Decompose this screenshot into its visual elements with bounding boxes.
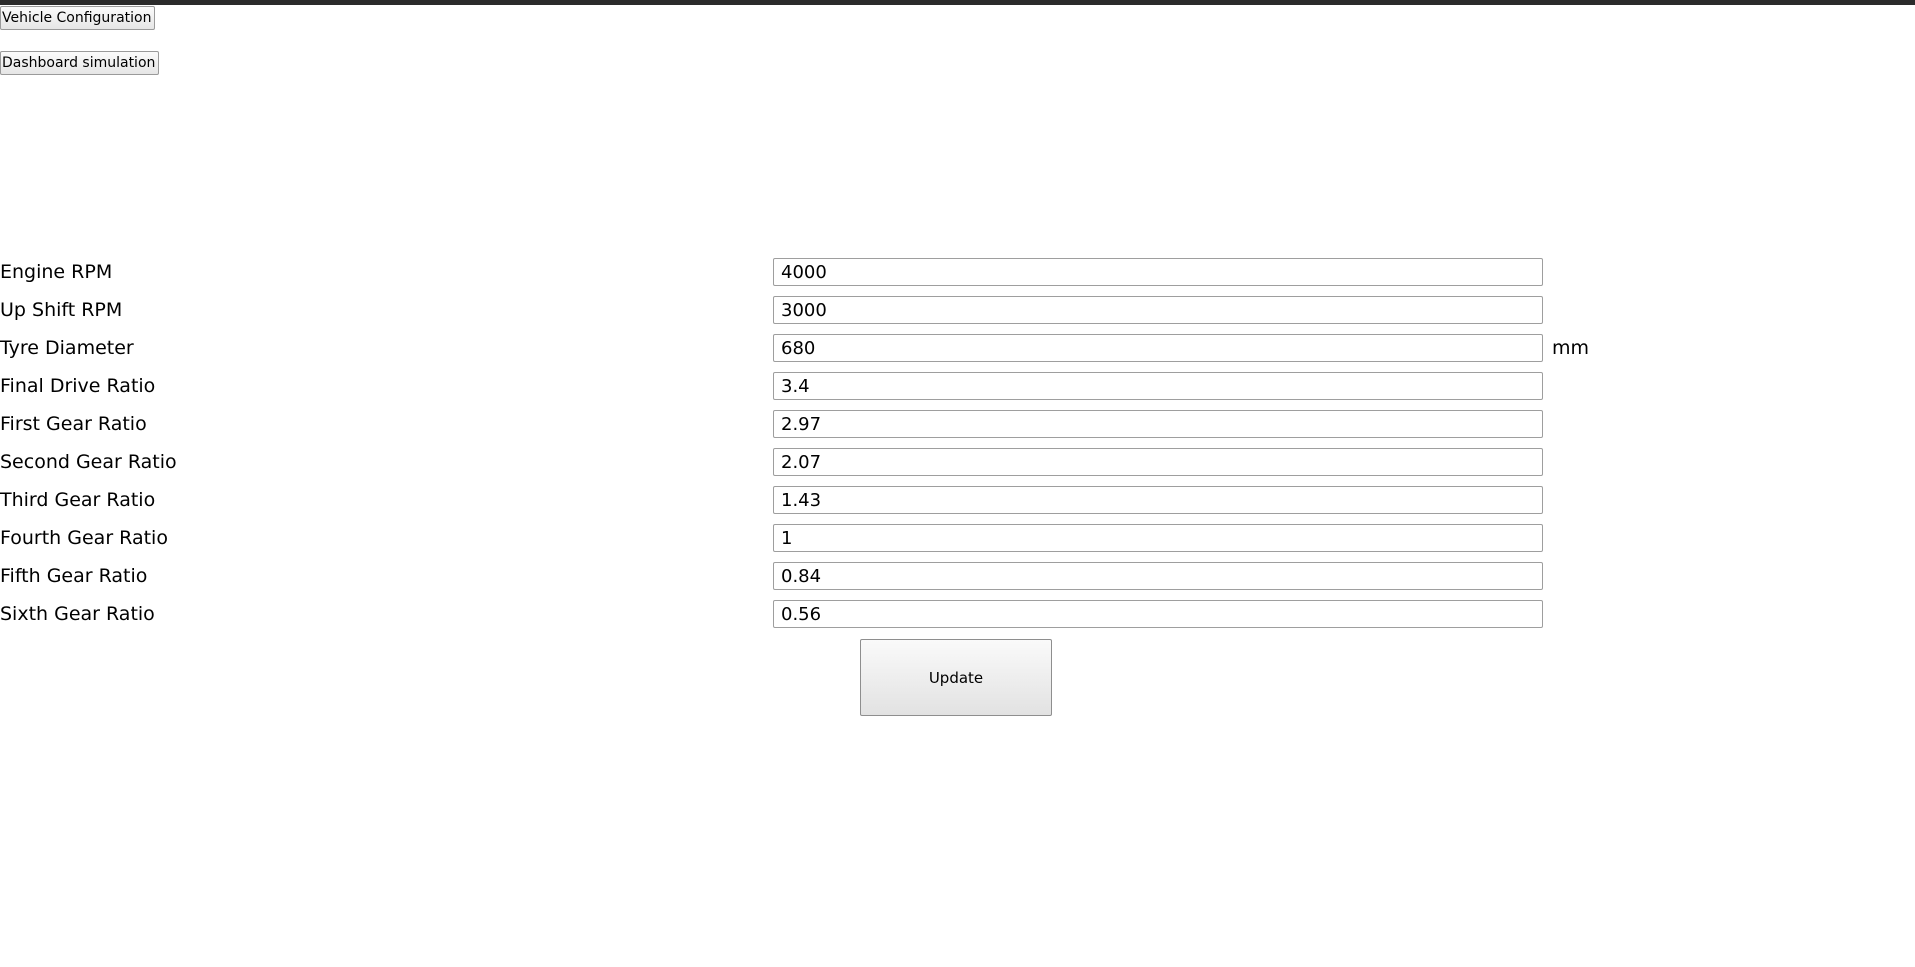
second-gear-ratio-input[interactable] <box>773 448 1543 476</box>
form-row-third-gear-ratio: Third Gear Ratio <box>0 485 1640 515</box>
form-row-tyre-diameter: Tyre Diameter mm <box>0 333 1640 363</box>
vehicle-configuration-button[interactable]: Vehicle Configuration <box>0 6 156 30</box>
form-row-fourth-gear-ratio: Fourth Gear Ratio <box>0 523 1640 553</box>
final-drive-ratio-label: Final Drive Ratio <box>0 375 156 397</box>
fifth-gear-ratio-input[interactable] <box>773 562 1543 590</box>
tyre-diameter-label: Tyre Diameter <box>0 337 134 359</box>
dashboard-simulation-button[interactable]: Dashboard simulation <box>0 51 160 75</box>
form-row-first-gear-ratio: First Gear Ratio <box>0 409 1640 439</box>
first-gear-ratio-label: First Gear Ratio <box>0 413 147 435</box>
second-gear-ratio-label: Second Gear Ratio <box>0 451 177 473</box>
engine-rpm-label: Engine RPM <box>0 261 113 283</box>
third-gear-ratio-label: Third Gear Ratio <box>0 489 156 511</box>
up-shift-rpm-input[interactable] <box>773 296 1543 324</box>
first-gear-ratio-input[interactable] <box>773 410 1543 438</box>
engine-rpm-input[interactable] <box>773 258 1543 286</box>
final-drive-ratio-input[interactable] <box>773 372 1543 400</box>
form-row-up-shift-rpm: Up Shift RPM <box>0 295 1640 325</box>
form-row-final-drive-ratio: Final Drive Ratio <box>0 371 1640 401</box>
tyre-diameter-input[interactable] <box>773 334 1543 362</box>
fourth-gear-ratio-label: Fourth Gear Ratio <box>0 527 168 549</box>
sixth-gear-ratio-label: Sixth Gear Ratio <box>0 603 155 625</box>
fourth-gear-ratio-input[interactable] <box>773 524 1543 552</box>
form-row-sixth-gear-ratio: Sixth Gear Ratio <box>0 599 1640 629</box>
form-row-fifth-gear-ratio: Fifth Gear Ratio <box>0 561 1640 591</box>
form-row-second-gear-ratio: Second Gear Ratio <box>0 447 1640 477</box>
fifth-gear-ratio-label: Fifth Gear Ratio <box>0 565 148 587</box>
update-button[interactable]: Update <box>860 639 1052 716</box>
tyre-diameter-unit: mm <box>1552 337 1590 359</box>
third-gear-ratio-input[interactable] <box>773 486 1543 514</box>
form-row-engine-rpm: Engine RPM <box>0 257 1640 287</box>
window-top-bar <box>0 0 1915 5</box>
up-shift-rpm-label: Up Shift RPM <box>0 299 123 321</box>
sixth-gear-ratio-input[interactable] <box>773 600 1543 628</box>
